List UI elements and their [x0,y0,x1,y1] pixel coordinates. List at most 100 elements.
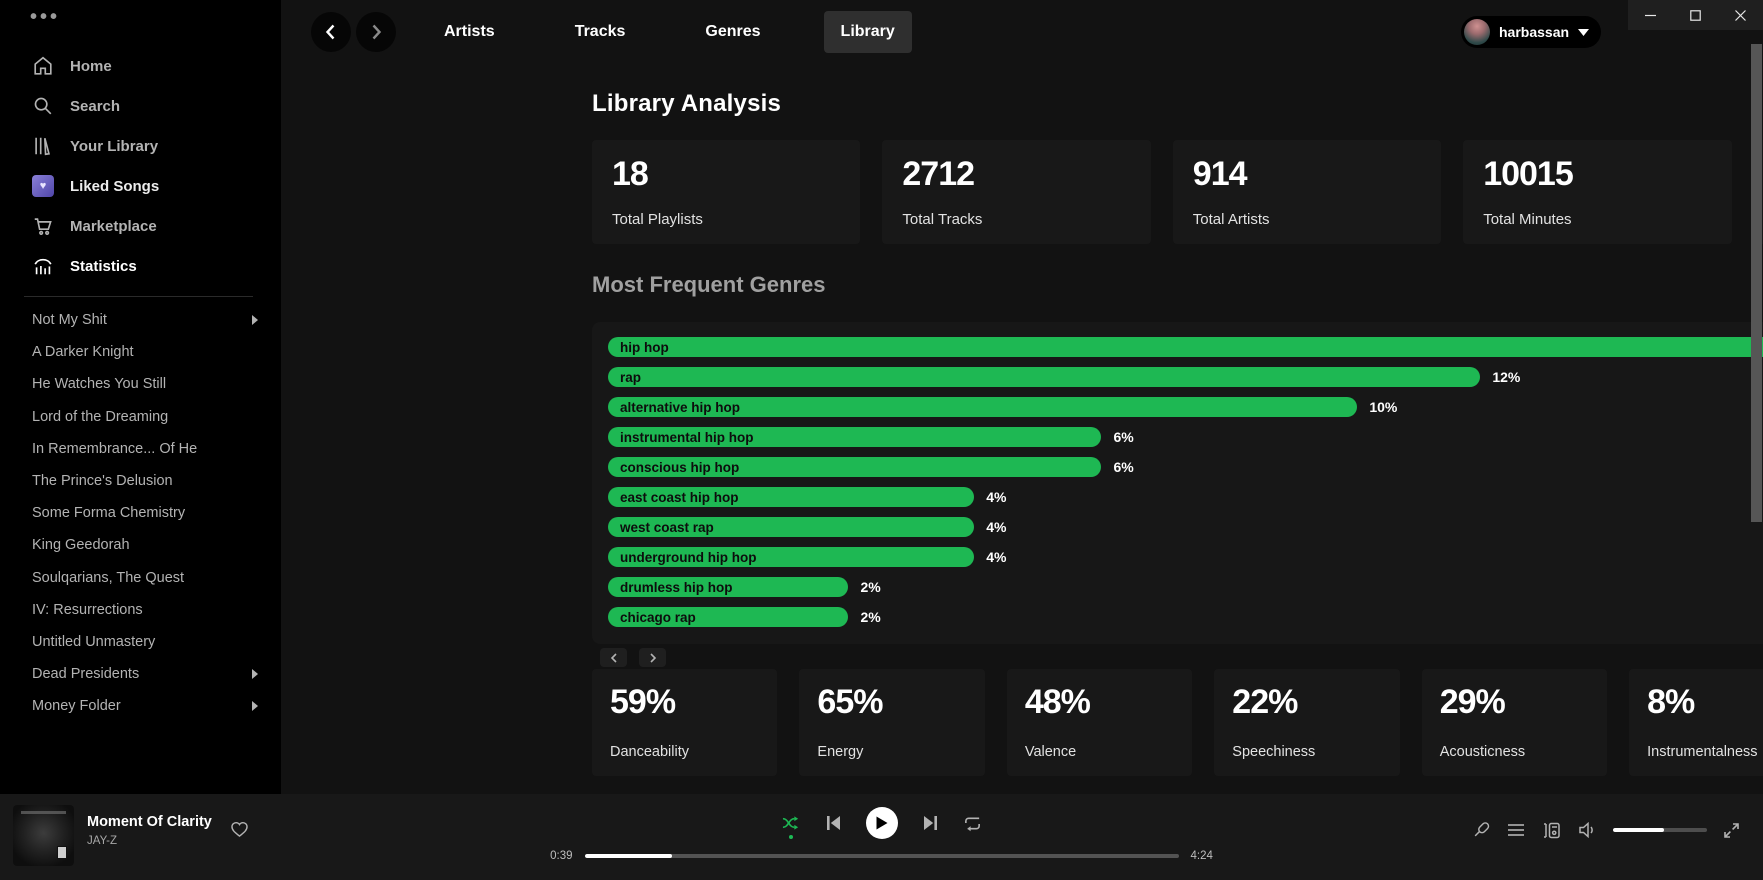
genre-bar[interactable]: drumless hip hop [608,577,848,597]
playlist-label: Some Forma Chemistry [32,505,259,521]
page-title: Library Analysis [592,90,781,118]
genre-bar-percent: 4% [986,489,1006,505]
genre-bar[interactable]: underground hip hop [608,547,974,567]
genre-bar-label: instrumental hip hop [608,430,754,445]
genre-bar[interactable]: alternative hip hop [608,397,1357,417]
sidebar-item-label: Your Library [70,138,158,155]
caret-down-icon [1578,29,1589,36]
sidebar-item-liked-songs[interactable]: ♥ Liked Songs [0,166,281,206]
chevron-right-icon [251,668,259,680]
stat-value: 10015 [1483,155,1711,194]
fullscreen-button[interactable] [1724,823,1739,838]
microphone-icon [1472,821,1490,839]
user-name: harbassan [1499,24,1569,40]
playlist-item[interactable]: Untitled Unmastery [0,626,281,658]
playlist-item[interactable]: In Remembrance... Of He [0,433,281,465]
sidebar-item-label: Marketplace [70,218,157,235]
genre-bar-percent: 12% [1492,369,1520,385]
back-button[interactable] [311,12,351,52]
playlist-item[interactable]: King Geedorah [0,529,281,561]
chevron-right-icon [251,700,259,712]
playlist-label: A Darker Knight [32,344,259,360]
main-panel: Artists Tracks Genres Library Library An… [281,0,1763,794]
window-controls [1628,0,1763,30]
playlist-item[interactable]: A Darker Knight [0,336,281,368]
playlist-item[interactable]: Some Forma Chemistry [0,497,281,529]
playlist-item[interactable]: Soulqarians, The Quest [0,562,281,594]
genre-bar[interactable]: instrumental hip hop [608,427,1101,447]
sidebar-item-statistics[interactable]: Statistics [0,246,281,286]
tab-genres[interactable]: Genres [688,11,777,53]
top-tabs: Artists Tracks Genres Library [427,11,912,53]
maximize-button[interactable] [1681,0,1711,30]
stat-label: Total Minutes [1483,211,1711,228]
next-track-button[interactable] [923,815,938,831]
playlist-label: He Watches You Still [32,376,259,392]
playlist-item[interactable]: IV: Resurrections [0,594,281,626]
device-icon [1542,822,1561,839]
avatar [1464,19,1490,45]
playlist-item[interactable]: Lord of the Dreaming [0,401,281,433]
tab-library[interactable]: Library [824,11,912,53]
sidebar-nav: Home Search Your Library ♥ Liked Songs M… [0,46,281,286]
play-button[interactable] [866,807,898,839]
lyrics-mic-button[interactable] [1472,821,1490,839]
stat-label: Total Tracks [902,211,1130,228]
prev-page-button[interactable] [600,648,627,667]
sidebar-item-your-library[interactable]: Your Library [0,126,281,166]
volume-button[interactable] [1578,822,1596,838]
stat-card-total-minutes: 10015 Total Minutes [1463,140,1731,244]
genre-bar[interactable]: conscious hip hop [608,457,1101,477]
user-menu[interactable]: harbassan [1461,16,1601,48]
genre-bar-label: chicago rap [608,610,696,625]
playlist-item[interactable]: Money Folder [0,690,281,722]
shuffle-button[interactable] [782,815,801,831]
playlist-item[interactable]: Not My Shit [0,304,281,336]
feature-value: 8% [1647,683,1763,722]
genre-bar-label: drumless hip hop [608,580,733,595]
scrollbar-thumb[interactable] [1751,44,1762,522]
feature-card-speechiness: 22% Speechiness [1214,669,1399,776]
tab-tracks[interactable]: Tracks [558,11,643,53]
playlist-item[interactable]: He Watches You Still [0,368,281,400]
genre-bar[interactable]: hip hop [608,337,1763,357]
playlist-item[interactable]: Dead Presidents [0,658,281,690]
minimize-button[interactable] [1636,0,1666,30]
previous-track-button[interactable] [826,815,841,831]
genre-bar-row: rap 12% [608,367,1763,387]
feature-label: Valence [1025,744,1174,760]
volume-slider[interactable] [1613,828,1707,832]
feature-value: 65% [817,683,966,722]
sidebar-item-home[interactable]: Home [0,46,281,86]
genre-bar[interactable]: rap [608,367,1480,387]
genre-bar-label: conscious hip hop [608,460,739,475]
genre-bar[interactable]: west coast rap [608,517,974,537]
stat-card-total-playlists: 18 Total Playlists [592,140,860,244]
stats-icon [32,255,54,277]
playlist-label: In Remembrance... Of He [32,441,259,457]
tab-artists[interactable]: Artists [427,11,512,53]
library-icon [32,135,54,157]
genre-bar-label: west coast rap [608,520,714,535]
genre-bar-row: west coast rap 4% [608,517,1763,537]
genre-bar[interactable]: east coast hip hop [608,487,974,507]
repeat-button[interactable] [963,815,982,832]
next-page-button[interactable] [639,648,666,667]
queue-button[interactable] [1507,823,1525,837]
sidebar-item-marketplace[interactable]: Marketplace [0,206,281,246]
app-menu-dots-icon[interactable]: ••• [30,6,60,29]
chevron-right-icon [367,23,385,41]
playlist-label: Money Folder [32,698,251,714]
close-button[interactable] [1726,0,1756,30]
connect-device-button[interactable] [1542,822,1561,839]
progress-bar[interactable] [585,854,1179,858]
forward-button[interactable] [356,12,396,52]
feature-card-danceability: 59% Danceability [592,669,777,776]
close-icon [1735,10,1746,21]
sidebar-item-search[interactable]: Search [0,86,281,126]
genre-bar-percent: 4% [986,549,1006,565]
chevron-left-icon [610,653,618,663]
genre-bar[interactable]: chicago rap [608,607,848,627]
repeat-icon [963,815,982,832]
playlist-item[interactable]: The Prince's Delusion [0,465,281,497]
